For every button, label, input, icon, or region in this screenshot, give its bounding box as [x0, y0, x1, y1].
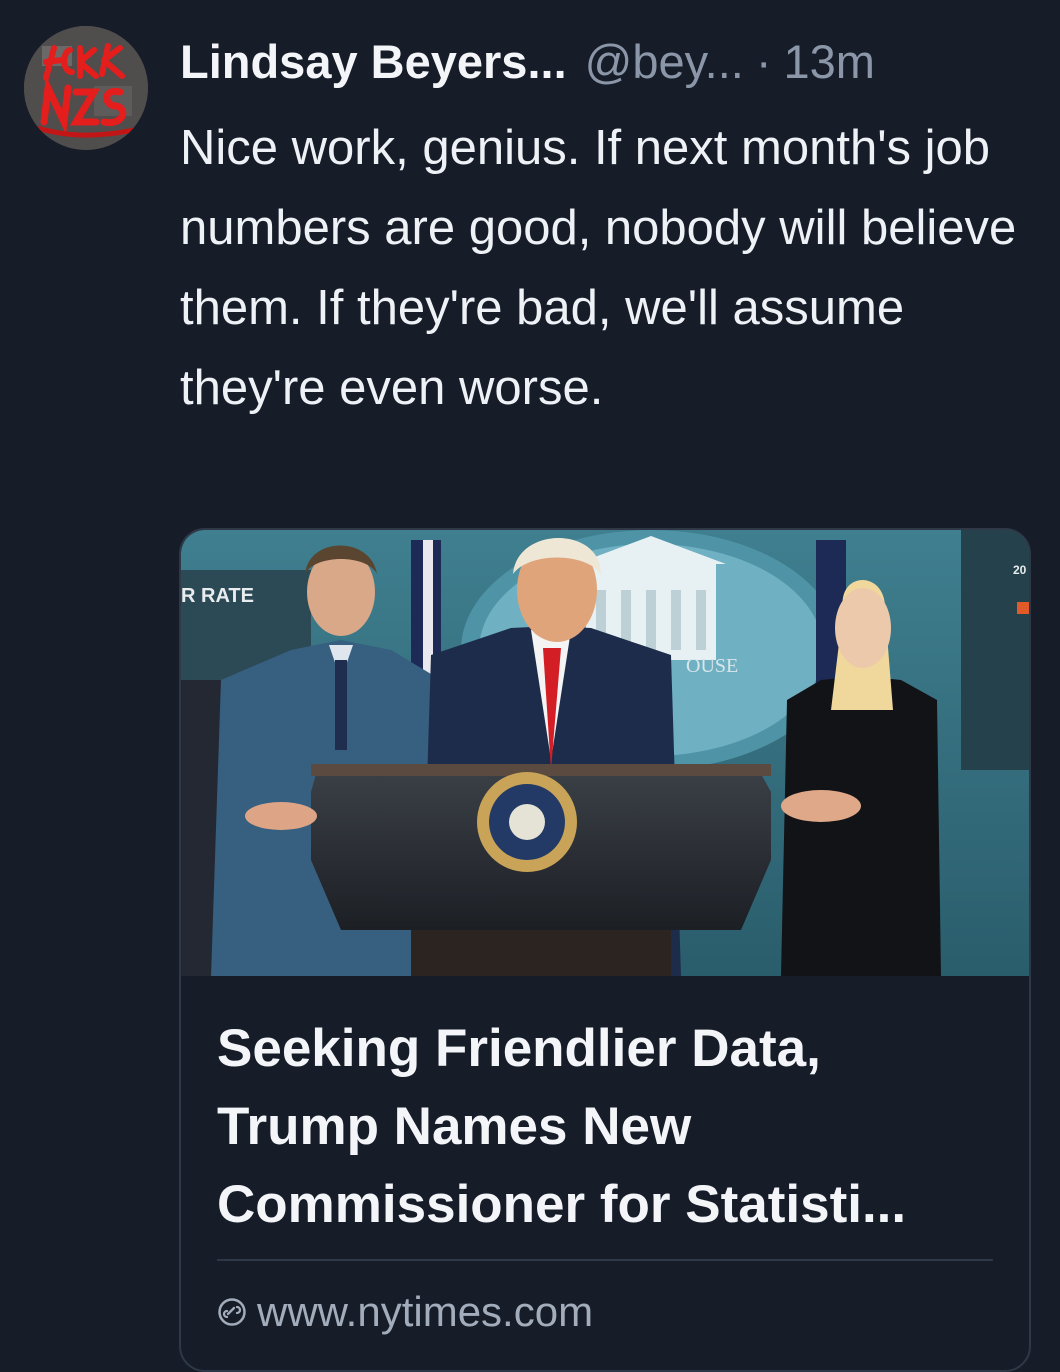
post-timestamp[interactable]: 13m [783, 34, 874, 89]
author-display-name[interactable]: Lindsay Beyers... [180, 34, 567, 89]
link-card-divider [217, 1259, 993, 1261]
avatar[interactable] [24, 26, 148, 150]
author-handle[interactable]: @bey... [585, 34, 744, 89]
separator-dot: · [755, 34, 772, 88]
link-card-image[interactable]: R RATE OUSE 20 [181, 530, 1029, 976]
link-card-title[interactable]: Seeking Friendlier Data, Trump Names New… [217, 1010, 997, 1244]
link-card[interactable]: R RATE OUSE 20 Seeking Friendlier Data, … [179, 528, 1031, 1372]
link-card-domain-text: www.nytimes.com [257, 1288, 594, 1335]
post-header: Lindsay Beyers... @bey... · 13m [180, 30, 1026, 92]
image-backdrop-text: OUSE [686, 655, 738, 677]
avatar-graffiti-image [24, 26, 148, 150]
image-screen-text: 20 [1013, 563, 1027, 577]
image-wall-sign: R RATE [181, 585, 254, 607]
link-card-domain[interactable]: www.nytimes.com [217, 1284, 593, 1340]
link-icon [218, 1298, 246, 1326]
post-text: Nice work, genius. If next month's job n… [180, 121, 1017, 415]
